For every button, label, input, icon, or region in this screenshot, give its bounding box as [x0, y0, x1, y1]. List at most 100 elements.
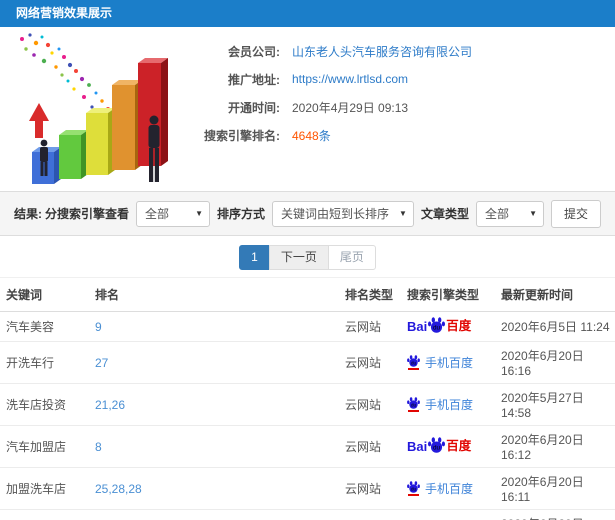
submit-button[interactable]: 提交 — [550, 199, 601, 228]
3d-bars-icon — [32, 58, 168, 184]
svg-text:du: du — [411, 486, 417, 492]
column-header-engine-type: 搜索引擎类型 — [402, 277, 496, 312]
info-panel: 会员公司: 山东老人头汽车服务咨询有限公司 推广地址: https://www.… — [192, 27, 615, 149]
result-label: 结果: — [14, 207, 42, 221]
table-row: 洗车店投资 21,26 云网站 du 手机百度 2020年5月27日 14:58 — [0, 383, 615, 426]
rank-type-cell: 云网站 — [340, 383, 402, 426]
baidu-paw-icon: du — [428, 317, 446, 333]
rank-cell[interactable]: 21,26 — [90, 383, 340, 426]
updated-time-cell: 2020年5月27日 14:58 — [496, 383, 615, 426]
chevron-down-icon: ▼ — [195, 209, 204, 218]
svg-text:du: du — [433, 325, 441, 332]
info-row-ranking-count: 搜索引擎排名: 4648条 — [192, 121, 615, 149]
sort-label: 排序方式 — [217, 207, 266, 221]
open-time-label: 开通时间: — [228, 100, 280, 115]
info-row-url: 推广地址: https://www.lrtlsd.com — [192, 65, 615, 93]
confetti-dots-icon — [20, 33, 116, 119]
engine-type-cell: du 手机百度 — [402, 509, 496, 520]
mobile-baidu-logo: du 手机百度 — [407, 481, 473, 496]
rank-type-cell: 云网站 — [340, 509, 402, 520]
rank-cell[interactable]: 8 — [90, 425, 340, 468]
bar-chart-illustration — [20, 33, 168, 184]
table-row: 汽车美容 9 云网站 Bai du 百度 2020年6月5日 11:24 — [0, 311, 615, 342]
app-header: 网络营销效果展示 — [0, 0, 615, 27]
rank-type-cell: 云网站 — [340, 425, 402, 468]
ranking-count-number: 4648 — [292, 128, 319, 143]
column-header-rank: 排名 — [90, 277, 340, 312]
table-row: 加盟洗车店 25,28,28 云网站 du 手机百度 2020年6月20日 16… — [0, 467, 615, 510]
table-row: 开洗车行 27 云网站 du 手机百度 2020年6月20日 16:16 — [0, 341, 615, 384]
keyword-cell: 开洗车行 — [0, 341, 90, 384]
svg-text:du: du — [411, 360, 417, 366]
rank-type-cell: 云网站 — [340, 341, 402, 384]
rank-type-cell: 云网站 — [340, 467, 402, 510]
engine-type-cell: du 手机百度 — [402, 383, 496, 426]
top-section: 会员公司: 山东老人头汽车服务咨询有限公司 推广地址: https://www.… — [0, 27, 615, 191]
rank-cell[interactable]: 9 — [90, 311, 340, 342]
engine-type-cell: Bai du 百度 — [402, 311, 496, 342]
baidu-paw-icon: du — [428, 437, 446, 453]
page-button-1[interactable]: 1 — [239, 245, 270, 270]
open-time-value: 2020年4月29日 09:13 — [292, 100, 409, 115]
chevron-down-icon: ▼ — [399, 209, 407, 218]
keyword-cell: 洗车赚钱吗 — [0, 509, 90, 520]
filter-bar: 结果: 分搜索引擎查看 全部 ▼ 排序方式 关键词由短到长排序 ▼ 文章类型 全… — [0, 191, 615, 236]
rank-cell[interactable]: 30 — [90, 509, 340, 520]
article-type-label: 文章类型 — [420, 207, 469, 221]
keyword-cell: 洗车店投资 — [0, 383, 90, 426]
updated-time-cell: 2020年6月20日 16:11 — [496, 467, 615, 510]
updated-time-cell: 2020年6月20日 16:16 — [496, 341, 615, 384]
company-name-link[interactable]: 山东老人头汽车服务咨询有限公司 — [292, 43, 472, 60]
rank-cell[interactable]: 27 — [90, 341, 340, 384]
ranking-count-value: 4648条 — [292, 127, 331, 144]
keyword-cell: 汽车加盟店 — [0, 425, 90, 468]
keyword-cell: 加盟洗车店 — [0, 467, 90, 510]
column-header-updated: 最新更新时间 — [496, 277, 615, 312]
rank-type-cell: 云网站 — [340, 311, 402, 342]
engine-filter-label: 分搜索引擎查看 — [45, 207, 130, 221]
company-label: 会员公司: — [228, 44, 280, 59]
svg-text:du: du — [411, 402, 417, 408]
mobile-baidu-logo: du 手机百度 — [407, 355, 473, 370]
engine-type-cell: du 手机百度 — [402, 467, 496, 510]
article-type-select[interactable]: 全部 ▼ — [475, 200, 544, 227]
rank-cell[interactable]: 25,28,28 — [90, 467, 340, 510]
engine-filter-select[interactable]: 全部 ▼ — [136, 200, 211, 227]
column-header-rank-type: 排名类型 — [340, 277, 402, 312]
table-header-row: 关键词 排名 排名类型 搜索引擎类型 最新更新时间 — [0, 277, 615, 312]
next-page-button[interactable]: 下一页 — [268, 245, 329, 270]
info-row-open-time: 开通时间: 2020年4月29日 09:13 — [192, 93, 615, 121]
chevron-down-icon: ▼ — [529, 209, 537, 218]
ranking-count-unit: 条 — [318, 128, 331, 143]
last-page-button[interactable]: 尾页 — [327, 245, 376, 270]
mobile-baidu-paw-icon: du — [407, 397, 420, 412]
baidu-logo: Bai du 百度 — [407, 437, 472, 454]
promo-url-label: 推广地址: — [228, 72, 280, 87]
info-row-company: 会员公司: 山东老人头汽车服务咨询有限公司 — [192, 37, 615, 65]
updated-time-cell: 2020年6月20日 16:12 — [496, 509, 615, 520]
keyword-cell: 汽车美容 — [0, 311, 90, 342]
mobile-baidu-paw-icon: du — [407, 481, 420, 496]
promo-url-link[interactable]: https://www.lrtlsd.com — [292, 72, 408, 86]
engine-filter-value: 全部 — [145, 207, 170, 221]
updated-time-cell: 2020年6月5日 11:24 — [496, 311, 615, 342]
svg-text:du: du — [433, 445, 441, 452]
growth-arrow-icon — [29, 103, 49, 138]
column-header-keyword: 关键词 — [0, 277, 90, 312]
updated-time-cell: 2020年6月20日 16:12 — [496, 425, 615, 468]
engine-type-cell: du 手机百度 — [402, 341, 496, 384]
table-row: 洗车赚钱吗 30 云网站 du 手机百度 2020年6月20日 16:12 — [0, 509, 615, 520]
engine-type-cell: Bai du 百度 — [402, 425, 496, 468]
sort-select-value: 关键词由短到长排序 — [281, 207, 390, 221]
page-title: 网络营销效果展示 — [16, 6, 113, 20]
baidu-logo: Bai du 百度 — [407, 317, 472, 334]
ranking-count-label: 搜索引擎排名: — [204, 128, 280, 143]
table-row: 汽车加盟店 8 云网站 Bai du 百度 2020年6月20日 16:12 — [0, 425, 615, 468]
results-table-body: 汽车美容 9 云网站 Bai du 百度 2020年6月5日 11:24 开洗车… — [0, 311, 615, 520]
mobile-baidu-logo: du 手机百度 — [407, 397, 473, 412]
results-table: 关键词 排名 排名类型 搜索引擎类型 最新更新时间 汽车美容 9 云网站 Bai… — [0, 277, 615, 520]
sort-select[interactable]: 关键词由短到长排序 ▼ — [272, 200, 414, 227]
mobile-baidu-paw-icon: du — [407, 355, 420, 370]
filter-controls: 分搜索引擎查看 全部 ▼ 排序方式 关键词由短到长排序 ▼ 文章类型 全部 ▼ … — [45, 199, 601, 228]
article-type-value: 全部 — [484, 207, 509, 221]
